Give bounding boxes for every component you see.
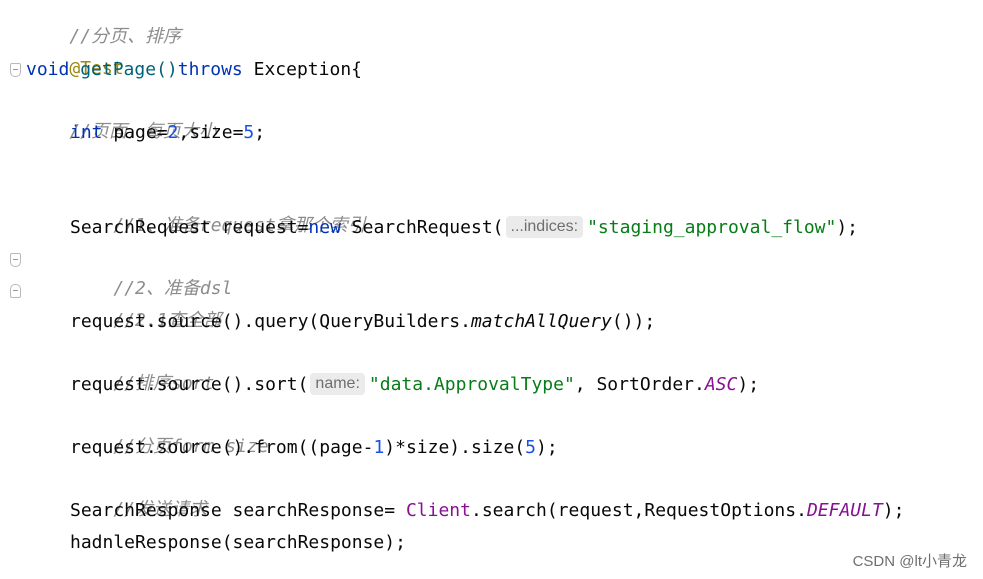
editor-gutter [0, 0, 24, 579]
code-text: , SortOrder. [574, 374, 705, 395]
code-text: request.source().from((page- [70, 437, 374, 458]
code-text: ); [836, 217, 859, 238]
code-text: SearchRequest request= [70, 217, 309, 238]
keyword-void: void [26, 59, 70, 80]
fold-start-icon[interactable] [10, 253, 21, 267]
code-line-comment-paging-size[interactable]: //分页form size [70, 402, 268, 457]
string-literal: "data.ApprovalType" [368, 374, 575, 395]
code-text: ); [536, 437, 558, 458]
keyword-new: new [308, 217, 341, 238]
number-literal: 2 [167, 122, 179, 143]
code-text: ; [254, 122, 266, 143]
code-text: page= [102, 122, 168, 143]
keyword-int: int [70, 122, 103, 143]
static-constant: DEFAULT [806, 500, 883, 521]
code-text: .search(request,RequestOptions. [470, 500, 807, 521]
code-text: ,size= [178, 122, 244, 143]
code-line-sort[interactable]: request.source().sort(name: "data.Approva… [70, 370, 759, 400]
code-text: ); [737, 374, 760, 395]
code-text: request.source().sort( [70, 374, 309, 395]
code-editor[interactable]: //分页、排序 @Test void getPage()throws Excep… [0, 0, 983, 579]
code-line-comment-page-size[interactable]: //页面，每页大小 [26, 87, 217, 142]
code-line-comment-paging[interactable]: //分页、排序 [26, 0, 181, 47]
code-line-comment-request[interactable]: //1、准备request拿那个索引 [70, 181, 365, 236]
parameter-hint-indices: ...indices: [505, 216, 584, 238]
code-text: )*size).size( [384, 437, 526, 458]
number-literal: 5 [243, 122, 255, 143]
static-method-call: matchAllQuery [470, 311, 612, 332]
static-constant: ASC [704, 374, 738, 395]
static-field-client: Client [405, 500, 471, 521]
code-line-int-decl[interactable]: int page=2,size=5; [70, 118, 265, 148]
code-line-query[interactable]: request.source().query(QueryBuilders.mat… [70, 307, 655, 337]
code-text: ()); [611, 311, 656, 332]
number-literal: 1 [373, 437, 385, 458]
code-line-comment-sort[interactable]: //排序sort [70, 339, 214, 394]
code-line-method-signature[interactable]: void getPage()throws Exception{ [26, 55, 362, 85]
fold-start-icon[interactable] [10, 63, 21, 77]
code-text: hadnleResponse(searchResponse); [70, 532, 406, 553]
watermark: CSDN @lt小青龙 [852, 553, 967, 570]
code-text: request.source().query(QueryBuilders. [70, 311, 471, 332]
code-text: SearchRequest( [340, 217, 504, 238]
fold-end-icon[interactable] [10, 284, 21, 298]
number-literal: 5 [525, 437, 537, 458]
code-line-search-request[interactable]: SearchRequest request=new SearchRequest(… [70, 213, 858, 243]
code-line-comment-send[interactable]: //发送请求 [70, 465, 207, 520]
parameter-hint-name: name: [310, 373, 365, 395]
method-parens: () [156, 59, 178, 80]
code-line-annotation[interactable]: @Test [26, 24, 123, 79]
code-line-search-response[interactable]: SearchResponse searchResponse= Client.se… [70, 496, 904, 526]
keyword-throws: throws [177, 59, 243, 80]
code-line-comment-query-all[interactable]: //2.1查全部 [70, 276, 221, 331]
code-text: ); [882, 500, 905, 521]
string-literal: "staging_approval_flow" [587, 217, 837, 238]
code-line-comment-dsl[interactable]: //2、准备dsl [70, 244, 232, 299]
code-text: SearchResponse searchResponse= [70, 500, 406, 521]
exception-text: Exception{ [242, 59, 362, 80]
code-line-from-size[interactable]: request.source().from((page-1)*size).siz… [70, 433, 558, 463]
code-line-handle-response[interactable]: hadnleResponse(searchResponse); [70, 528, 406, 558]
method-name: getPage [80, 59, 157, 80]
